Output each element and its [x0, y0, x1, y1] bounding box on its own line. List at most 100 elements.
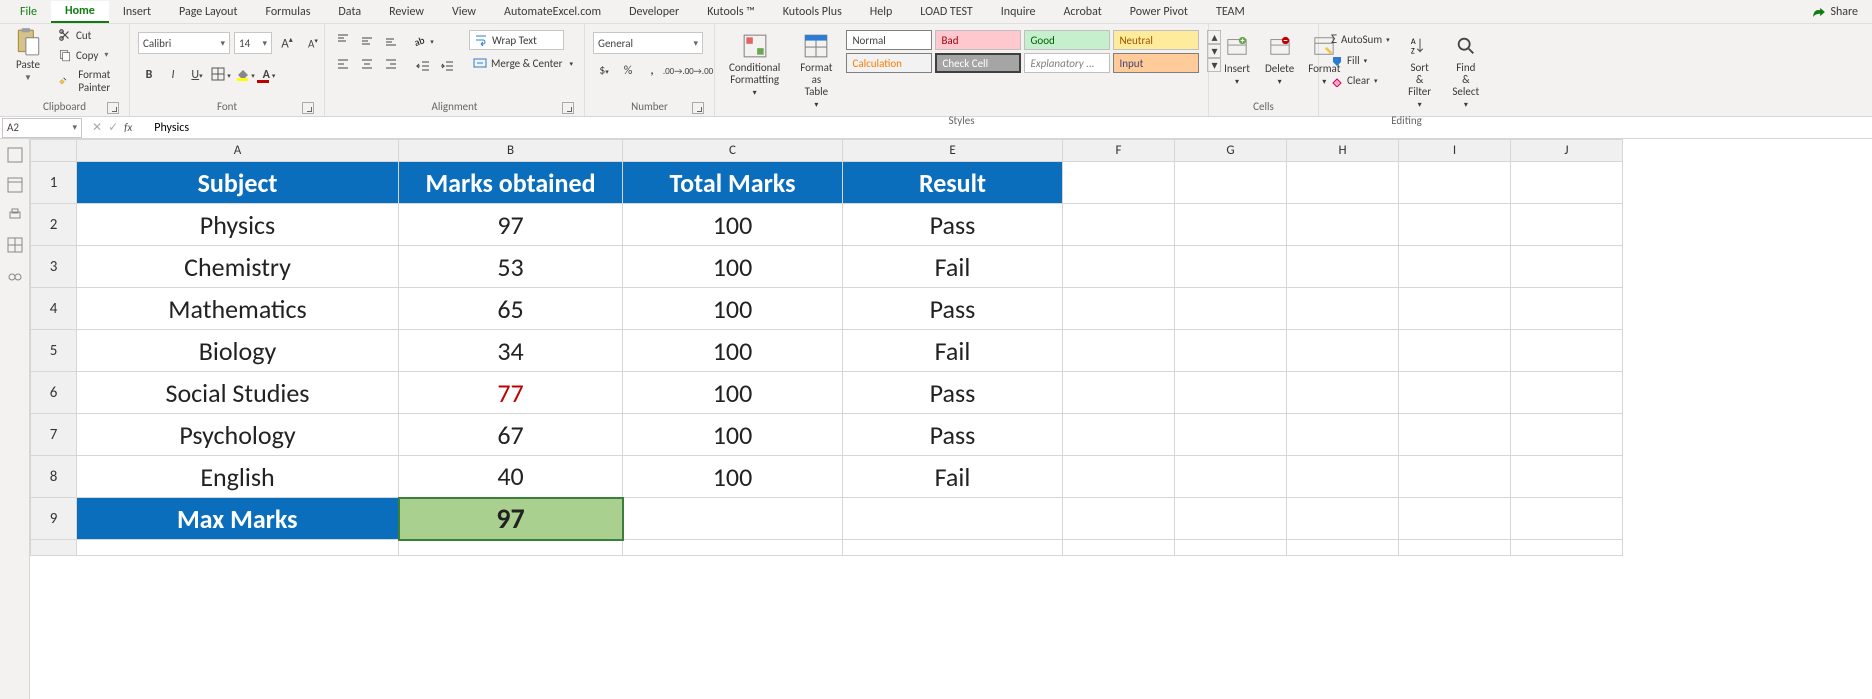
cell-A5[interactable]: Biology — [77, 330, 399, 372]
select-all-corner[interactable] — [31, 140, 77, 162]
row-header-4[interactable]: 4 — [31, 288, 77, 330]
cell-J4[interactable] — [1511, 288, 1623, 330]
cell-C6[interactable]: 100 — [623, 372, 843, 414]
tab-power-pivot[interactable]: Power Pivot — [1116, 2, 1202, 22]
align-right-button[interactable] — [381, 54, 403, 76]
cell-A8[interactable]: English — [77, 456, 399, 498]
cell-B5[interactable]: 34 — [399, 330, 623, 372]
decrease-font-size-button[interactable]: A▾ — [302, 32, 324, 54]
format-as-table-button[interactable]: Format as Table▾ — [794, 30, 838, 112]
cell-style-explanatory[interactable]: Explanatory ... — [1024, 53, 1110, 73]
cell-style-good[interactable]: Good — [1024, 30, 1110, 50]
col-header-I[interactable]: I — [1399, 140, 1511, 162]
cell-empty[interactable] — [1399, 540, 1511, 556]
cell-A9[interactable]: Max Marks — [77, 498, 399, 540]
cell-E9[interactable] — [843, 498, 1063, 540]
font-dialog-launcher[interactable] — [302, 102, 314, 114]
cell-E1[interactable]: Result — [843, 162, 1063, 204]
autosum-button[interactable]: ΣAutoSum▾ — [1327, 30, 1394, 49]
cell-E8[interactable]: Fail — [843, 456, 1063, 498]
cell-I3[interactable] — [1399, 246, 1511, 288]
cell-F4[interactable] — [1063, 288, 1175, 330]
col-header-H[interactable]: H — [1287, 140, 1399, 162]
cell-F6[interactable] — [1063, 372, 1175, 414]
cell-H3[interactable] — [1287, 246, 1399, 288]
col-header-G[interactable]: G — [1175, 140, 1287, 162]
cut-button[interactable]: Cut — [54, 26, 121, 44]
cell-empty[interactable] — [77, 540, 399, 556]
tab-view[interactable]: View — [438, 2, 490, 22]
cell-H9[interactable] — [1287, 498, 1399, 540]
paste-button[interactable]: Paste ▼ — [8, 26, 48, 85]
cell-F3[interactable] — [1063, 246, 1175, 288]
cell-B2[interactable]: 97 — [399, 204, 623, 246]
increase-indent-button[interactable] — [437, 56, 459, 78]
cell-A1[interactable]: Subject — [77, 162, 399, 204]
cell-E2[interactable]: Pass — [843, 204, 1063, 246]
cell-B1[interactable]: Marks obtained — [399, 162, 623, 204]
borders-button[interactable]: ▾ — [210, 64, 232, 86]
cell-A6[interactable]: Social Studies — [77, 372, 399, 414]
font-name-select[interactable]: Calibri▾ — [138, 32, 230, 54]
cell-H2[interactable] — [1287, 204, 1399, 246]
cell-C1[interactable]: Total Marks — [623, 162, 843, 204]
cell-C4[interactable]: 100 — [623, 288, 843, 330]
tab-help[interactable]: Help — [856, 2, 907, 22]
cell-J2[interactable] — [1511, 204, 1623, 246]
cell-G1[interactable] — [1175, 162, 1287, 204]
enter-formula-icon[interactable]: ✓ — [108, 120, 118, 135]
col-header-B[interactable]: B — [399, 140, 623, 162]
align-bottom-button[interactable] — [381, 30, 403, 52]
cell-B3[interactable]: 53 — [399, 246, 623, 288]
decrease-indent-button[interactable] — [413, 56, 435, 78]
cell-H1[interactable] — [1287, 162, 1399, 204]
cell-C7[interactable]: 100 — [623, 414, 843, 456]
cell-H8[interactable] — [1287, 456, 1399, 498]
cell-J3[interactable] — [1511, 246, 1623, 288]
cell-I2[interactable] — [1399, 204, 1511, 246]
align-left-button[interactable] — [333, 54, 355, 76]
cell-J8[interactable] — [1511, 456, 1623, 498]
cell-empty[interactable] — [1175, 540, 1287, 556]
align-top-button[interactable] — [333, 30, 355, 52]
copy-button[interactable]: Copy▾ — [54, 46, 121, 64]
cell-E3[interactable]: Fail — [843, 246, 1063, 288]
cell-G2[interactable] — [1175, 204, 1287, 246]
cell-H5[interactable] — [1287, 330, 1399, 372]
percent-format-button[interactable]: % — [617, 60, 639, 82]
cell-G6[interactable] — [1175, 372, 1287, 414]
cell-B8[interactable]: 40 — [399, 456, 623, 498]
tab-developer[interactable]: Developer — [615, 2, 693, 22]
cell-E4[interactable]: Pass — [843, 288, 1063, 330]
cancel-formula-icon[interactable]: ✕ — [92, 120, 102, 135]
align-center-button[interactable] — [357, 54, 379, 76]
row-header-7[interactable]: 7 — [31, 414, 77, 456]
find-select-button[interactable]: Find & Select▾ — [1446, 30, 1486, 112]
number-format-select[interactable]: General▾ — [593, 32, 703, 54]
cell-empty[interactable] — [399, 540, 623, 556]
tab-team[interactable]: TEAM — [1202, 2, 1259, 22]
cell-H6[interactable] — [1287, 372, 1399, 414]
cell-empty[interactable] — [1063, 540, 1175, 556]
normal-view-icon[interactable] — [7, 147, 23, 163]
cell-E5[interactable]: Fail — [843, 330, 1063, 372]
alignment-dialog-launcher[interactable] — [562, 102, 574, 114]
tab-load-test[interactable]: LOAD TEST — [906, 2, 987, 22]
merge-center-button[interactable]: Merge & Center▾ — [469, 54, 579, 72]
tab-insert[interactable]: Insert — [109, 2, 165, 22]
cell-C2[interactable]: 100 — [623, 204, 843, 246]
insert-cells-button[interactable]: Insert▾ — [1217, 30, 1257, 89]
cell-J7[interactable] — [1511, 414, 1623, 456]
tab-inquire[interactable]: Inquire — [987, 2, 1050, 22]
orientation-button[interactable]: ab▾ — [413, 30, 435, 52]
increase-decimal-button[interactable]: .00→.0 — [665, 60, 687, 82]
tab-automateexcel[interactable]: AutomateExcel.com — [490, 2, 615, 22]
tab-file[interactable]: File — [6, 2, 51, 22]
fx-icon[interactable]: fx — [124, 121, 132, 134]
col-header-A[interactable]: A — [77, 140, 399, 162]
cell-I5[interactable] — [1399, 330, 1511, 372]
row-header-6[interactable]: 6 — [31, 372, 77, 414]
cell-I1[interactable] — [1399, 162, 1511, 204]
cell-empty[interactable] — [1511, 540, 1623, 556]
comma-format-button[interactable]: , — [641, 60, 663, 82]
